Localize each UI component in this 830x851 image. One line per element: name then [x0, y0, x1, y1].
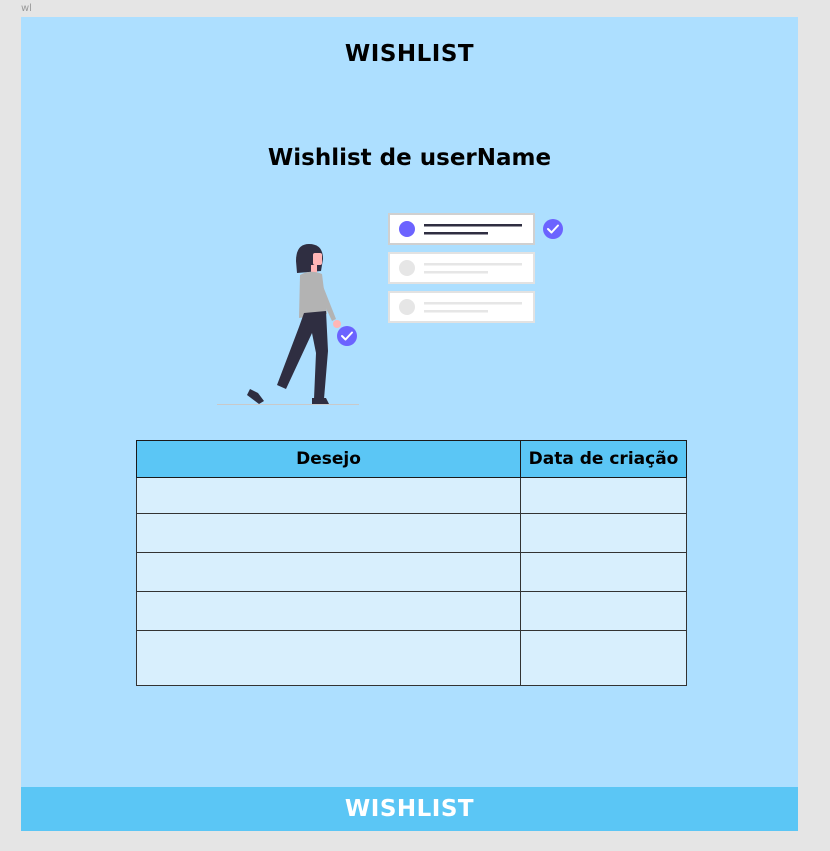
checklist-card-2 [388, 252, 535, 284]
table-cell-desejo [136, 630, 521, 686]
table-cell-data [520, 552, 687, 592]
woman-checklist-illustration [217, 213, 563, 405]
column-header-desejo: Desejo [136, 440, 521, 478]
footer-title: WISHLIST [344, 796, 475, 822]
table-row [136, 591, 687, 631]
table-cell-data [520, 630, 687, 686]
woman-figure [247, 244, 341, 404]
wishlist-page: WISHLIST Wishlist de userName Desejo Dat… [21, 17, 798, 831]
column-header-data-criacao: Data de criação [520, 440, 687, 478]
page-title: Wishlist de userName [267, 145, 552, 171]
wishlist-table: Desejo Data de criação [136, 440, 687, 686]
table-row [136, 630, 687, 686]
checklist-card-1 [388, 213, 535, 245]
table-cell-data [520, 513, 687, 553]
table-cell-desejo [136, 513, 521, 553]
table-cell-desejo [136, 552, 521, 592]
header-title: WISHLIST [344, 41, 475, 67]
check-circle-icon [337, 326, 357, 346]
table-row [136, 513, 687, 553]
checklist-card-3 [388, 291, 535, 323]
footer: WISHLIST [21, 787, 798, 831]
table-row [136, 477, 687, 514]
table-cell-data [520, 477, 687, 514]
table-cell-desejo [136, 591, 521, 631]
frame-label: wl [21, 3, 32, 14]
table-row [136, 552, 687, 592]
table-cell-desejo [136, 477, 521, 514]
table-header-row: Desejo Data de criação [136, 440, 687, 478]
check-circle-icon [543, 219, 563, 239]
table-cell-data [520, 591, 687, 631]
